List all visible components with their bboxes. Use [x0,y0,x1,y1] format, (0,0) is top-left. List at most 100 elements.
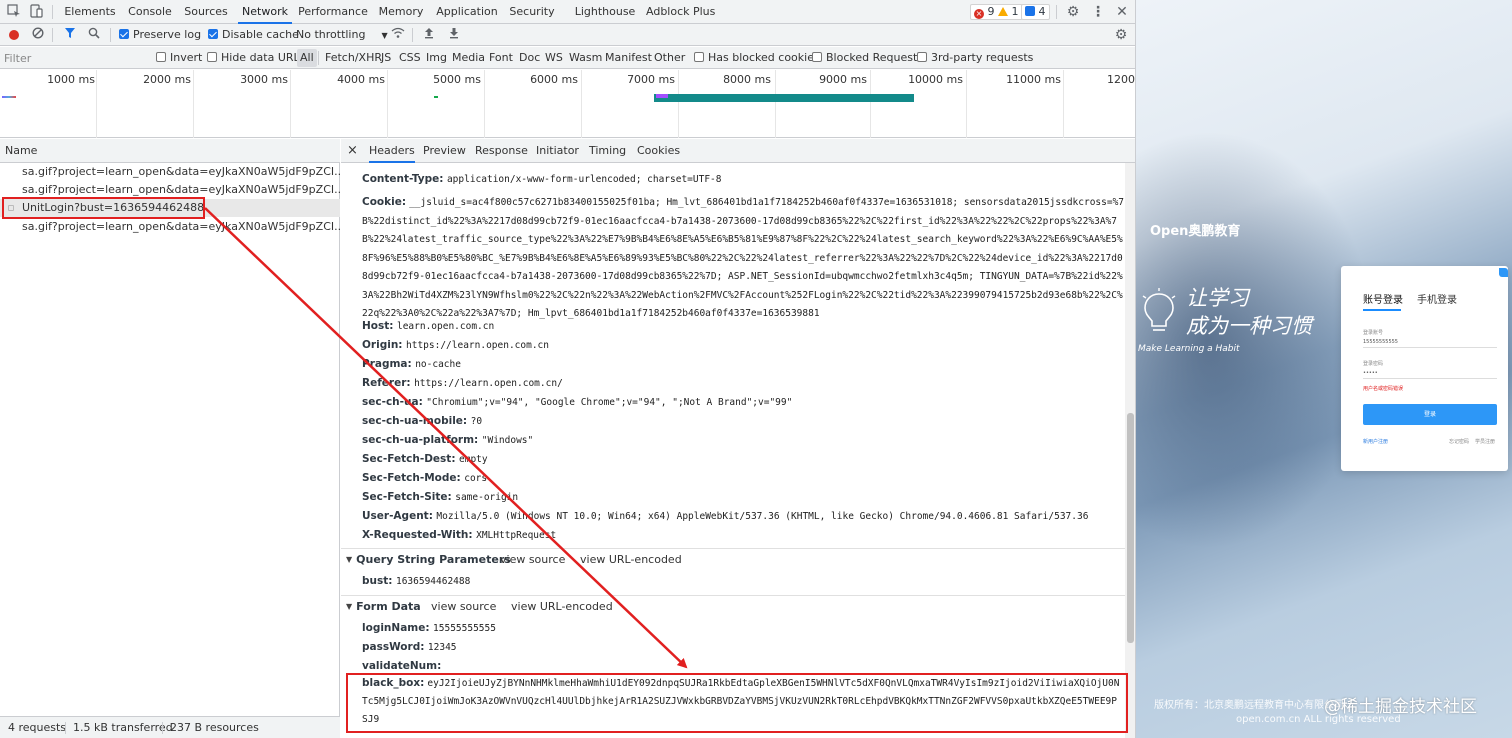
export-har-download-icon[interactable] [446,27,462,43]
tab-sources[interactable]: Sources [182,0,230,24]
throttling-select[interactable]: No throttling ▼ [296,24,388,46]
search-icon[interactable] [86,27,102,43]
type-filter-media[interactable]: Media [449,49,488,67]
help-link[interactable]: 学员注册 [1475,438,1495,445]
settings-gear-icon[interactable]: ⚙ [1065,4,1081,20]
query-string-section-toggle[interactable]: ▼ Query String Parameters [346,553,511,566]
tab-response[interactable]: Response [475,139,528,163]
request-row[interactable]: sa.gif?project=learn_open&data=eyJkaXN0a… [0,218,340,236]
invert-checkbox[interactable]: Invert [156,47,202,69]
account-input[interactable] [1363,336,1497,348]
third-party-requests-checkbox[interactable]: 3rd-party requests [917,47,1033,69]
close-devtools-icon[interactable]: ✕ [1114,4,1130,20]
tab-console[interactable]: Console [124,0,176,24]
throttling-value: No throttling [296,28,366,41]
tab-network[interactable]: Network [238,0,292,24]
messages-badge[interactable]: 4 [1021,4,1050,20]
type-filter-ws[interactable]: WS [542,49,566,67]
network-settings-gear-icon[interactable]: ⚙ [1113,27,1129,43]
tab-lighthouse[interactable]: Lighthouse [574,0,636,24]
tab-preview[interactable]: Preview [423,139,466,163]
inspect-element-icon[interactable] [6,4,22,20]
scrollbar-thumb[interactable] [1127,413,1134,643]
type-filter-css[interactable]: CSS [396,49,424,67]
tab-account-login[interactable]: 账号登录 [1363,291,1403,306]
type-filter-manifest[interactable]: Manifest [602,49,655,67]
type-filter-doc[interactable]: Doc [516,49,543,67]
name-column-header[interactable]: Name [0,139,340,163]
request-list: Name sa.gif?project=learn_open&data=eyJk… [0,139,340,738]
query-view-source-link[interactable]: view source [500,553,565,566]
param-key: bust: [362,575,393,587]
form-param-password: passWord: 12345 [362,637,1122,657]
tab-application[interactable]: Application [434,0,500,24]
type-filter-js[interactable]: JS [378,49,394,67]
forgot-password-link[interactable]: 忘记密码 [1449,438,1469,445]
login-submit-button[interactable]: 登录 [1363,404,1497,425]
grid-line [193,70,194,138]
timeline-tick: 5000 ms [433,73,481,86]
tab-timing[interactable]: Timing [589,139,626,163]
login-card: 账号登录 手机登录 登录账号 登录密码 用户名或密码错误 登录 新用户注册 忘记… [1341,266,1508,471]
filter-icon[interactable] [62,27,78,43]
more-options-icon[interactable]: ⋮ [1090,4,1106,20]
blocked-requests-checkbox[interactable]: Blocked Requests [812,47,923,69]
tab-memory[interactable]: Memory [376,0,426,24]
issues-badge[interactable]: × 9 1 [970,4,1023,20]
timeline-tick: 3000 ms [240,73,288,86]
divider [318,51,319,65]
password-input[interactable] [1363,367,1497,379]
header-sec-fetch-site: Sec-Fetch-Site: same-origin [362,487,1122,507]
tab-initiator[interactable]: Initiator [536,139,579,163]
timeline-tick: 7000 ms [627,73,675,86]
record-icon[interactable] [6,27,22,43]
request-row[interactable]: sa.gif?project=learn_open&data=eyJkaXN0a… [0,163,340,181]
message-icon [1025,6,1035,16]
tab-headers[interactable]: Headers [369,139,415,163]
import-har-upload-icon[interactable] [421,27,437,43]
param-value: 15555555555 [433,623,496,634]
lightbulb-icon [1142,288,1176,331]
password-label: 登录密码 [1363,361,1384,367]
network-status-bar: 4 requests 1.5 kB transferred 237 B reso… [0,716,340,738]
network-conditions-wifi-icon[interactable] [390,27,406,43]
query-view-url-encoded-link[interactable]: view URL-encoded [580,553,682,566]
has-blocked-cookies-checkbox[interactable]: Has blocked cookies [694,47,820,69]
triangle-down-icon: ▼ [346,555,353,564]
request-name: sa.gif?project=learn_open&data=eyJkaXN0a… [22,183,340,196]
type-filter-wasm[interactable]: Wasm [566,49,605,67]
type-filter-other[interactable]: Other [651,49,688,67]
tab-security[interactable]: Security [508,0,556,24]
tab-adblock-plus[interactable]: Adblock Plus [646,0,715,24]
form-data-section-toggle[interactable]: ▼ Form Data [346,600,421,613]
timeline-tick: 1200 [1107,73,1135,86]
section-divider [341,595,1125,596]
type-filter-all[interactable]: All [297,49,317,67]
tab-elements[interactable]: Elements [62,0,118,24]
type-filter-img[interactable]: Img [423,49,450,67]
disable-cache-checkbox[interactable]: Disable cache [208,24,299,46]
device-toolbar-icon[interactable] [28,4,44,20]
tab-cookies[interactable]: Cookies [637,139,680,163]
tab-performance[interactable]: Performance [298,0,368,24]
register-link[interactable]: 新用户注册 [1363,438,1388,445]
qr-login-corner-icon[interactable] [1499,268,1508,277]
divider [412,28,413,42]
preserve-log-checkbox[interactable]: Preserve log [119,24,201,46]
header-referer: Referer: https://learn.open.com.cn/ [362,373,1122,393]
header-key: X-Requested-With: [362,529,473,541]
tab-phone-login[interactable]: 手机登录 [1417,291,1457,306]
filter-input[interactable] [2,50,147,66]
slogan-english: Make Learning a Habit [1138,344,1240,354]
form-view-url-encoded-link[interactable]: view URL-encoded [511,600,613,613]
section-divider [341,548,1125,549]
details-scrollbar[interactable] [1125,163,1135,738]
clear-icon[interactable] [30,27,46,43]
form-view-source-link[interactable]: view source [431,600,496,613]
close-details-icon[interactable]: × [347,139,358,163]
network-overview-timeline[interactable]: 1000 ms 2000 ms 3000 ms 4000 ms 5000 ms … [0,70,1135,138]
hide-data-urls-checkbox[interactable]: Hide data URLs [207,47,305,69]
type-filter-font[interactable]: Font [486,49,516,67]
timeline-tick: 2000 ms [143,73,191,86]
type-filter-fetch-xhr[interactable]: Fetch/XHR [322,49,385,67]
